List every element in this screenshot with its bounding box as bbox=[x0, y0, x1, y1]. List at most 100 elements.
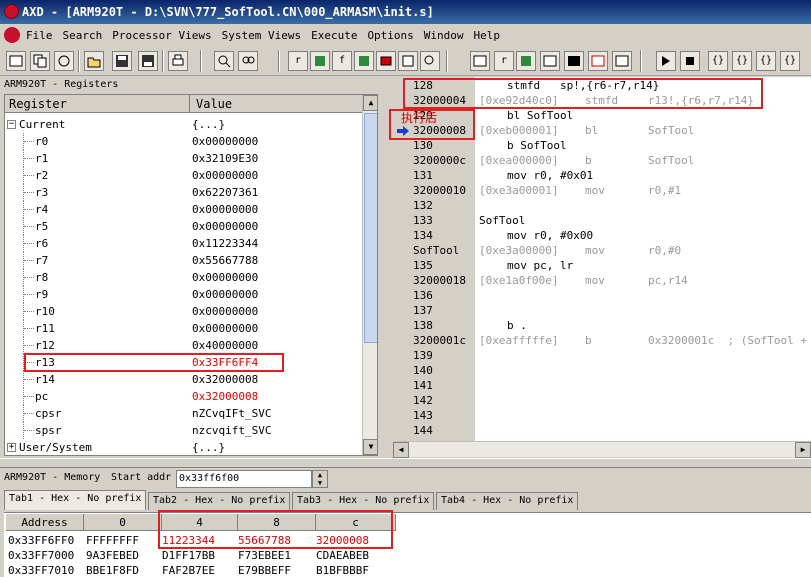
pane-splitter[interactable] bbox=[0, 458, 811, 468]
scroll-right-icon[interactable]: ▶ bbox=[795, 442, 811, 458]
start-address-input[interactable]: 0x33ff6f00 bbox=[176, 470, 312, 488]
copy-icon[interactable] bbox=[30, 51, 50, 71]
source-line[interactable]: 132 bbox=[393, 198, 811, 213]
menu-execute[interactable]: Execute bbox=[311, 29, 357, 42]
register-group-current[interactable]: − Current {...} bbox=[5, 116, 365, 133]
find-icon[interactable] bbox=[214, 51, 234, 71]
scroll-left-icon[interactable]: ◀ bbox=[393, 442, 409, 458]
menu-processor-views[interactable]: Processor Views bbox=[112, 29, 211, 42]
register-group-user[interactable]: + User/System {...} bbox=[5, 439, 365, 455]
register-value[interactable]: 0x55667788 bbox=[192, 252, 258, 269]
register-row[interactable]: r2 0x00000000 bbox=[5, 167, 365, 184]
register-row[interactable]: r11 0x00000000 bbox=[5, 320, 365, 337]
system-view-6-icon[interactable] bbox=[612, 51, 632, 71]
scroll-up-icon[interactable]: ▲ bbox=[363, 95, 377, 111]
register-row[interactable]: r3 0x62207361 bbox=[5, 184, 365, 201]
source-line[interactable]: 140 bbox=[393, 363, 811, 378]
source-line[interactable]: 3200001c [0xeafffffe] b 0x3200001c ; (SofTo… bbox=[393, 333, 811, 348]
register-value[interactable]: 0x00000000 bbox=[192, 286, 258, 303]
watch-view-icon[interactable] bbox=[310, 51, 330, 71]
save-all-icon[interactable] bbox=[138, 51, 158, 71]
stop-icon[interactable] bbox=[680, 51, 700, 71]
tab-memory-3[interactable]: Tab3 - Hex - No prefix bbox=[292, 492, 435, 510]
system-view-2-icon[interactable]: r bbox=[494, 51, 514, 71]
register-value[interactable]: 0x32109E30 bbox=[192, 150, 258, 167]
document-icon[interactable] bbox=[4, 27, 20, 43]
register-row[interactable]: r8 0x00000000 bbox=[5, 269, 365, 286]
register-row[interactable]: r1 0x32109E30 bbox=[5, 150, 365, 167]
register-value[interactable]: 0x62207361 bbox=[192, 184, 258, 201]
memory-cell[interactable]: F73EBEE1 bbox=[238, 548, 291, 563]
menu-window[interactable]: Window bbox=[424, 29, 464, 42]
register-row[interactable]: r7 0x55667788 bbox=[5, 252, 365, 269]
register-value[interactable]: 0x00000000 bbox=[192, 303, 258, 320]
source-line[interactable]: 135 mov pc, lr bbox=[393, 258, 811, 273]
menu-system-views[interactable]: System Views bbox=[222, 29, 301, 42]
registers-vertical-scrollbar[interactable]: ▲ ▼ bbox=[362, 95, 377, 455]
menu-file[interactable]: File bbox=[26, 29, 53, 42]
memory-cell[interactable]: B1BFBBBF bbox=[316, 563, 369, 577]
register-row[interactable]: r0 0x00000000 bbox=[5, 133, 365, 150]
scroll-thumb[interactable] bbox=[364, 113, 377, 343]
print-icon[interactable] bbox=[168, 51, 188, 71]
save-icon[interactable] bbox=[112, 51, 132, 71]
memory-cell[interactable]: E79BBEFF bbox=[238, 563, 291, 577]
system-view-3-icon[interactable] bbox=[516, 51, 536, 71]
register-row[interactable]: r14 0x32000008 bbox=[5, 371, 365, 388]
disasm-view-icon[interactable] bbox=[376, 51, 396, 71]
search-view-icon[interactable] bbox=[420, 51, 440, 71]
source-line[interactable]: 136 bbox=[393, 288, 811, 303]
tab-memory-1[interactable]: Tab1 - Hex - No prefix bbox=[4, 490, 147, 510]
memory-cell[interactable]: BBE1F8FD bbox=[86, 563, 139, 577]
register-row[interactable]: r12 0x40000000 bbox=[5, 337, 365, 354]
system-view-5-icon[interactable] bbox=[588, 51, 608, 71]
memory-cell[interactable]: 9A3FEBED bbox=[86, 548, 139, 563]
source-line[interactable]: 142 bbox=[393, 393, 811, 408]
register-value[interactable]: 0x32000008 bbox=[192, 371, 258, 388]
menu-options[interactable]: Options bbox=[367, 29, 413, 42]
register-value[interactable]: 0x00000000 bbox=[192, 269, 258, 286]
memory-row[interactable]: 0x33FF7000 9A3FEBED D1FF17BB F73EBEE1 CDAEAB… bbox=[4, 548, 804, 563]
system-view-1-icon[interactable] bbox=[470, 51, 490, 71]
source-line[interactable]: 130 b SofTool bbox=[393, 138, 811, 153]
function-view-icon[interactable]: f bbox=[332, 51, 352, 71]
memory-cell[interactable]: D1FF17BB bbox=[162, 548, 215, 563]
find-replace-icon[interactable] bbox=[238, 51, 258, 71]
source-line[interactable]: 139 bbox=[393, 348, 811, 363]
expand-icon[interactable]: + bbox=[7, 443, 16, 452]
memory-cell[interactable]: FAF2B7EE bbox=[162, 563, 215, 577]
register-row[interactable]: r6 0x11223344 bbox=[5, 235, 365, 252]
scroll-down-icon[interactable]: ▼ bbox=[363, 439, 377, 455]
register-row[interactable]: r5 0x00000000 bbox=[5, 218, 365, 235]
register-row[interactable]: pc 0x32000008 bbox=[5, 388, 365, 405]
source-line[interactable]: 143 bbox=[393, 408, 811, 423]
memory-row[interactable]: 0x33FF6FF0 FFFFFFFF 11223344 55667788 320000… bbox=[4, 533, 804, 548]
collapse-icon[interactable]: − bbox=[7, 120, 16, 129]
register-value[interactable]: 0x00000000 bbox=[192, 218, 258, 235]
source-line[interactable]: 137 bbox=[393, 303, 811, 318]
step-in-icon[interactable]: {} bbox=[708, 51, 728, 71]
register-row[interactable]: r9 0x00000000 bbox=[5, 286, 365, 303]
start-address-spinner[interactable]: ▲ ▼ bbox=[312, 470, 328, 488]
memory-view-icon[interactable] bbox=[354, 51, 374, 71]
register-row[interactable]: cpsr nZCvqIFt_SVC bbox=[5, 405, 365, 422]
memory-row[interactable]: 0x33FF7010 BBE1F8FD FAF2B7EE E79BBEFF B1BFBB… bbox=[4, 563, 804, 577]
register-value[interactable]: 0x00000000 bbox=[192, 133, 258, 150]
register-row[interactable]: r4 0x00000000 bbox=[5, 201, 365, 218]
source-line[interactable]: 3200000c [0xea000000] b SofTool bbox=[393, 153, 811, 168]
tab-memory-2[interactable]: Tab2 - Hex - No prefix bbox=[148, 492, 291, 510]
source-view-icon[interactable] bbox=[398, 51, 418, 71]
load-image-icon[interactable] bbox=[6, 51, 26, 71]
system-view-4-icon[interactable] bbox=[540, 51, 560, 71]
step-out-icon[interactable]: {} bbox=[780, 51, 800, 71]
source-line[interactable]: 138 b . bbox=[393, 318, 811, 333]
source-line[interactable]: 141 bbox=[393, 378, 811, 393]
menu-help[interactable]: Help bbox=[474, 29, 501, 42]
register-value[interactable]: 0x32000008 bbox=[192, 388, 258, 405]
registers-view-icon[interactable]: r bbox=[288, 51, 308, 71]
memory-header-0[interactable]: 0 bbox=[84, 514, 162, 531]
open-folder-icon[interactable] bbox=[84, 51, 104, 71]
memory-cell[interactable]: CDAEABEB bbox=[316, 548, 369, 563]
register-value[interactable]: nzcvqift_SVC bbox=[192, 422, 271, 439]
register-row[interactable]: r10 0x00000000 bbox=[5, 303, 365, 320]
